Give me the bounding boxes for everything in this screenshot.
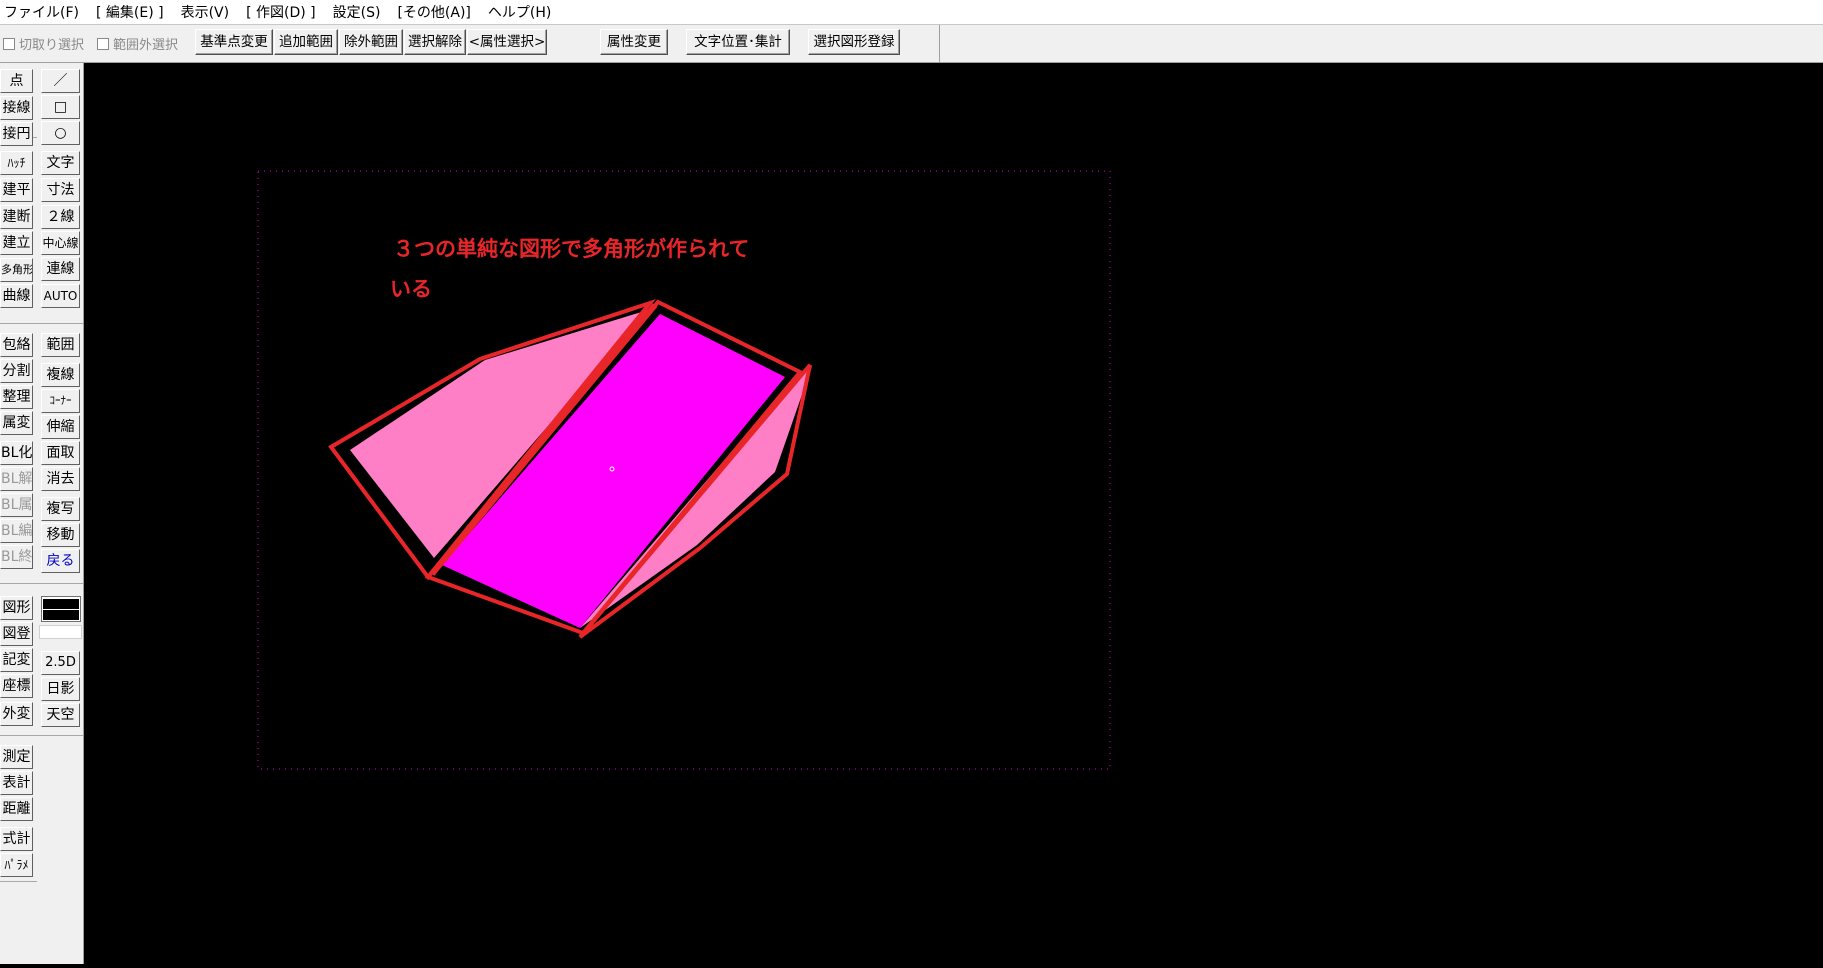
menu-settings[interactable]: 設定(S) xyxy=(329,2,394,22)
tool-distance[interactable]: 距離 xyxy=(0,797,33,821)
layer-indicator[interactable] xyxy=(39,625,82,639)
menu-help[interactable]: ヘルプ(H) xyxy=(484,2,564,22)
tool-symbol-change[interactable]: 記変 xyxy=(0,648,33,672)
tool-shape-register[interactable]: 図登 xyxy=(0,622,33,646)
annotation-line-2: いる xyxy=(390,277,432,301)
tool-rectangle[interactable]: □ xyxy=(41,95,80,119)
change-base-point-button[interactable]: 基準点変更 xyxy=(195,29,273,55)
tool-coordinates[interactable]: 座標 xyxy=(0,674,33,698)
tool-block-attribute: BL属 xyxy=(0,493,33,517)
tool-attribute-change[interactable]: 属変 xyxy=(0,411,33,435)
tool-erase[interactable]: 消去 xyxy=(41,467,80,491)
out-of-range-select-label: 範囲外選択 xyxy=(113,38,179,53)
line-color-swatch[interactable] xyxy=(41,596,81,622)
drawing-canvas[interactable]: ３つの単純な図形で多角形が作られて いる xyxy=(84,63,1823,964)
tool-dimension[interactable]: 寸法 xyxy=(41,178,80,202)
group-divider xyxy=(0,583,83,584)
drawing-svg: ３つの単純な図形で多角形が作られて いる xyxy=(257,170,1111,770)
tool-auto[interactable]: AUTO xyxy=(41,284,80,308)
tool-range[interactable]: 範囲 xyxy=(41,333,80,357)
tool-2-5d[interactable]: 2.5D xyxy=(41,651,80,675)
tool-stretch[interactable]: 伸縮 xyxy=(41,415,80,439)
text-position-total-button[interactable]: 文字位置･集計 xyxy=(686,29,790,55)
tool-center-line[interactable]: 中心線 xyxy=(41,231,80,255)
register-selected-shape-button[interactable]: 選択図形登録 xyxy=(808,29,900,55)
deselect-button[interactable]: 選択解除 xyxy=(404,29,466,55)
tool-envelope[interactable]: 包絡 xyxy=(0,333,33,357)
tool-table-calc[interactable]: 表計 xyxy=(0,771,33,795)
tool-block-release: BL解 xyxy=(0,467,33,491)
tool-move[interactable]: 移動 xyxy=(41,523,80,547)
tool-point[interactable]: 点 xyxy=(0,69,33,93)
tool-formula-calc[interactable]: 式計 xyxy=(0,827,33,851)
menu-view[interactable]: 表示(V) xyxy=(177,2,243,22)
tool-sky[interactable]: 天空 xyxy=(41,703,80,727)
tool-parametric[interactable]: ﾊﾟﾗﾒ xyxy=(0,853,33,877)
tool-block-create[interactable]: BL化 xyxy=(0,441,33,465)
toolbar-divider xyxy=(939,25,940,62)
tool-shadow[interactable]: 日影 xyxy=(41,677,80,701)
color-bar xyxy=(43,610,79,620)
tool-corner[interactable]: ｺｰﾅｰ xyxy=(41,389,80,413)
tool-polygon[interactable]: 多角形 xyxy=(0,258,33,282)
menu-file[interactable]: ファイル(F) xyxy=(0,2,92,22)
out-of-range-select-checkbox[interactable]: 範囲外選択 xyxy=(97,34,178,53)
exclude-range-button[interactable]: 除外範囲 xyxy=(339,29,403,55)
tool-text[interactable]: 文字 xyxy=(41,151,80,175)
tool-line[interactable]: ／ xyxy=(41,69,80,93)
cut-select-label: 切取り選択 xyxy=(19,38,85,53)
selection-toolbar: 切取り選択 範囲外選択 基準点変更 追加範囲 除外範囲 選択解除 <属性選択> … xyxy=(0,25,1823,63)
tool-parallel-line[interactable]: 複線 xyxy=(41,363,80,387)
attribute-select-button[interactable]: <属性選択> xyxy=(467,29,547,55)
tool-building-section[interactable]: 建断 xyxy=(0,205,33,229)
menu-other[interactable]: [その他(A)] xyxy=(393,2,483,22)
tool-building-plan[interactable]: 建平 xyxy=(0,178,33,202)
tool-copy[interactable]: 複写 xyxy=(41,497,80,521)
tool-organize[interactable]: 整理 xyxy=(0,385,33,409)
cut-select-checkbox[interactable]: 切取り選択 xyxy=(3,34,84,53)
tool-building-elevation[interactable]: 建立 xyxy=(0,231,33,255)
left-tool-panel: 点 接線 接円 ﾊｯﾁ 建平 建断 建立 多角形 曲線 包絡 分割 整理 属変 … xyxy=(0,63,84,964)
menu-draw[interactable]: [ 作図(D) ] xyxy=(242,2,329,22)
tool-tangent-circle[interactable]: 接円 xyxy=(0,122,33,146)
change-attribute-button[interactable]: 属性変更 xyxy=(600,29,668,55)
tool-block-edit: BL編 xyxy=(0,519,33,543)
tool-double-line[interactable]: ２線 xyxy=(41,205,80,229)
add-range-button[interactable]: 追加範囲 xyxy=(274,29,338,55)
tool-block-end: BL終 xyxy=(0,545,33,569)
menu-edit[interactable]: [ 編集(E) ] xyxy=(92,2,177,22)
tool-undo[interactable]: 戻る xyxy=(41,549,80,573)
group-divider xyxy=(0,735,83,736)
color-bar xyxy=(43,599,79,609)
tool-tangent-line[interactable]: 接線 xyxy=(0,96,33,120)
annotation-line-1: ３つの単純な図形で多角形が作られて xyxy=(393,237,749,261)
checkbox-box[interactable] xyxy=(3,37,15,50)
tool-external-change[interactable]: 外変 xyxy=(0,702,33,726)
tool-connect-line[interactable]: 連線 xyxy=(41,257,80,281)
tool-shape[interactable]: 図形 xyxy=(0,596,33,620)
tool-chamfer[interactable]: 面取 xyxy=(41,441,80,465)
tool-hatch[interactable]: ﾊｯﾁ xyxy=(0,151,33,175)
group-divider xyxy=(0,323,83,324)
tool-curve[interactable]: 曲線 xyxy=(0,284,33,308)
checkbox-box[interactable] xyxy=(97,37,109,50)
tool-circle[interactable]: ○ xyxy=(41,121,80,145)
tool-split[interactable]: 分割 xyxy=(0,359,33,383)
group-divider xyxy=(0,881,37,882)
menu-bar: ファイル(F) [ 編集(E) ] 表示(V) [ 作図(D) ] 設定(S) … xyxy=(0,0,1823,25)
tool-measure[interactable]: 測定 xyxy=(0,745,33,769)
